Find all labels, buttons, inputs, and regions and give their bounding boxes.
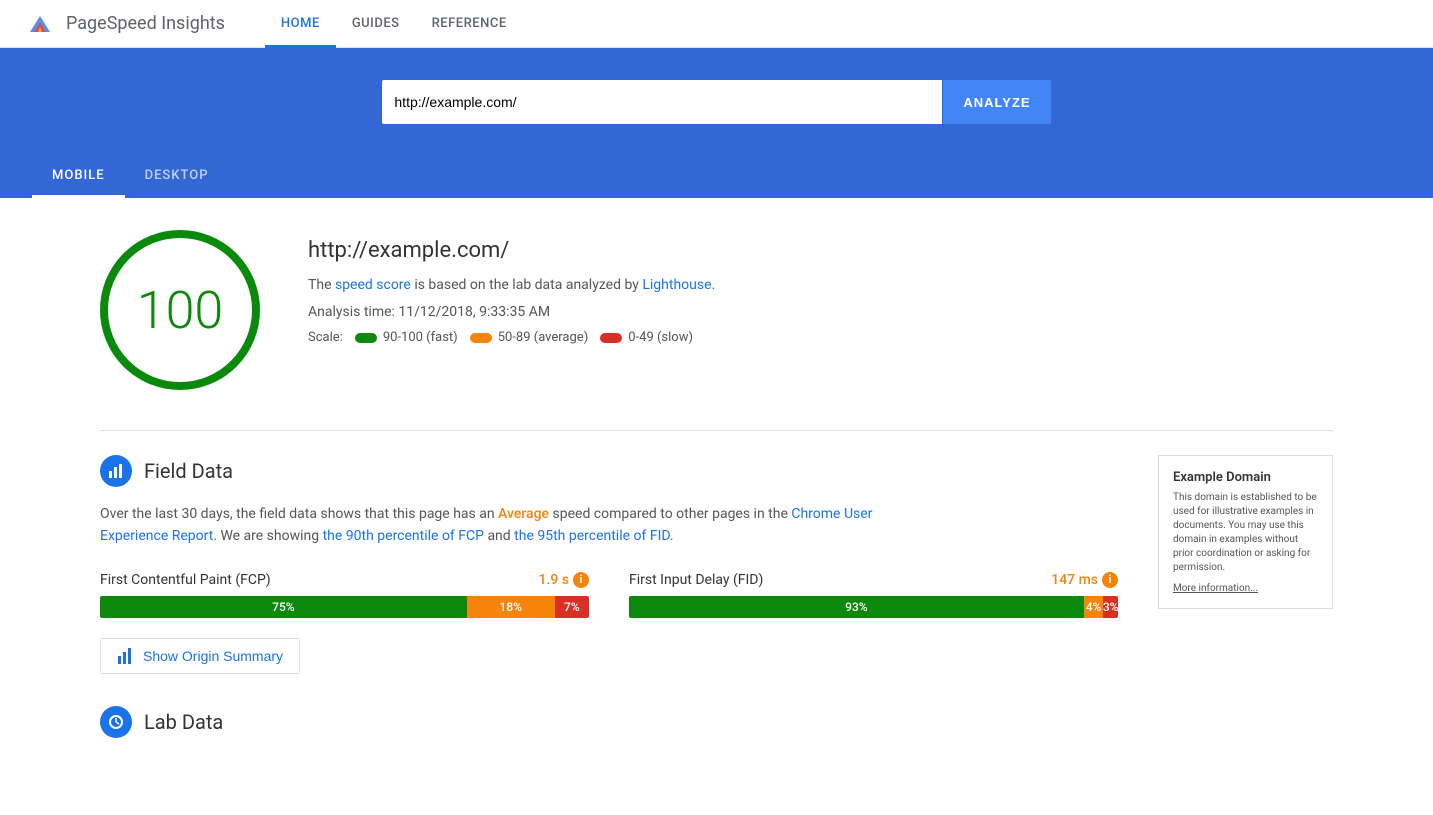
field-data-title: Field Data	[144, 459, 233, 483]
dot-red	[600, 333, 622, 343]
url-input[interactable]: http://example.com/	[382, 80, 942, 124]
field-data-icon	[100, 455, 132, 487]
score-circle: 100	[100, 230, 260, 390]
dot-green	[355, 333, 377, 343]
pagespeed-logo	[24, 8, 56, 40]
preview-card: Example Domain This domain is establishe…	[1158, 455, 1333, 674]
timer-icon	[108, 714, 124, 730]
fid-value-text: 147 ms	[1051, 572, 1098, 588]
analysis-time-label: Analysis time:	[308, 304, 395, 320]
score-section: 100 http://example.com/ The speed score …	[100, 230, 1333, 390]
crux-full-link[interactable]: Chrome User Experience Report	[100, 506, 872, 544]
analysis-time: Analysis time: 11/12/2018, 9:33:35 AM	[308, 304, 715, 320]
preview-link[interactable]: More information...	[1173, 583, 1258, 594]
scale-slow: 0-49 (slow)	[600, 330, 693, 345]
origin-btn-label: Show Origin Summary	[143, 648, 283, 664]
fid-value: 147 ms i	[1051, 572, 1118, 588]
scale-average-label: 50-89 (average)	[498, 330, 589, 345]
field-data-description: Over the last 30 days, the field data sh…	[100, 503, 920, 548]
fcp-value-text: 1.9 s	[539, 572, 570, 588]
fid-bar-red: 3%	[1103, 596, 1118, 618]
preview-text: This domain is established to be used fo…	[1173, 491, 1318, 575]
fid-link[interactable]: the 95th percentile of FID	[514, 528, 670, 544]
fcp-link[interactable]: the 90th percentile of FCP	[323, 528, 484, 544]
fcp-bar-orange: 18%	[467, 596, 555, 618]
fcp-name: First Contentful Paint (FCP)	[100, 572, 271, 588]
field-data-header: Field Data	[100, 455, 1118, 487]
hero-section: http://example.com/ ANALYZE MOBILE DESKT…	[0, 48, 1433, 198]
fcp-bar-green: 75%	[100, 596, 467, 618]
desc-suffix: .	[712, 277, 716, 293]
lab-data-title: Lab Data	[144, 710, 223, 734]
fcp-bar-red: 7%	[555, 596, 589, 618]
origin-summary-icon	[117, 647, 135, 665]
fid-label-row: First Input Delay (FID) 147 ms i	[629, 572, 1118, 588]
desc-middle: is based on the lab data analyzed by	[411, 277, 642, 293]
scale-fast-label: 90-100 (fast)	[383, 330, 458, 345]
scale-row: Scale: 90-100 (fast) 50-89 (average) 0-4…	[308, 330, 715, 345]
divider	[100, 430, 1333, 431]
header: PageSpeed Insights HOME GUIDES REFERENCE	[0, 0, 1433, 48]
fid-bar: 93% 4% 3%	[629, 596, 1118, 618]
lab-data-icon	[100, 706, 132, 738]
fid-name: First Input Delay (FID)	[629, 572, 763, 588]
analyze-button[interactable]: ANALYZE	[942, 80, 1050, 124]
fcp-value: 1.9 s i	[539, 572, 590, 588]
nav-reference[interactable]: REFERENCE	[416, 1, 523, 48]
field-data-area: Field Data Over the last 30 days, the fi…	[100, 455, 1333, 674]
desc-prefix: The	[308, 277, 335, 293]
preview-title: Example Domain	[1173, 470, 1318, 485]
fid-bar-green: 93%	[629, 596, 1084, 618]
show-origin-summary-button[interactable]: Show Origin Summary	[100, 638, 300, 674]
metrics-row: First Contentful Paint (FCP) 1.9 s i 75%…	[100, 572, 1118, 618]
lab-data-header: Lab Data	[100, 706, 1333, 738]
nav-guides[interactable]: GUIDES	[336, 1, 416, 48]
bar-chart-icon	[108, 463, 124, 479]
lighthouse-link[interactable]: Lighthouse	[642, 277, 711, 293]
speed-score-link[interactable]: speed score	[335, 277, 411, 293]
search-row: http://example.com/ ANALYZE	[0, 80, 1433, 156]
tab-desktop[interactable]: DESKTOP	[125, 156, 229, 198]
app-title: PageSpeed Insights	[66, 13, 225, 34]
score-info: http://example.com/ The speed score is b…	[308, 230, 715, 345]
analysis-time-value: 11/12/2018, 9:33:35 AM	[398, 304, 550, 320]
tab-mobile[interactable]: MOBILE	[32, 156, 125, 198]
nav-home[interactable]: HOME	[265, 1, 336, 48]
score-url: http://example.com/	[308, 238, 715, 263]
lab-data-section: Lab Data	[100, 706, 1333, 738]
fid-metric: First Input Delay (FID) 147 ms i 93% 4% …	[629, 572, 1118, 618]
main-nav: HOME GUIDES REFERENCE	[265, 0, 523, 47]
main-content: 100 http://example.com/ The speed score …	[0, 198, 1433, 786]
score-number: 100	[137, 280, 224, 341]
avg-span: Average	[498, 506, 549, 522]
score-description: The speed score is based on the lab data…	[308, 275, 715, 296]
field-data-main: Field Data Over the last 30 days, the fi…	[100, 455, 1118, 674]
fid-bar-orange: 4%	[1084, 596, 1104, 618]
logo-area: PageSpeed Insights	[24, 8, 225, 40]
scale-fast: 90-100 (fast)	[355, 330, 458, 345]
fcp-info-icon[interactable]: i	[573, 572, 589, 588]
fcp-label-row: First Contentful Paint (FCP) 1.9 s i	[100, 572, 589, 588]
scale-label: Scale:	[308, 330, 343, 345]
fcp-bar: 75% 18% 7%	[100, 596, 589, 618]
dot-orange	[470, 333, 492, 343]
fid-info-icon[interactable]: i	[1102, 572, 1118, 588]
device-tabs: MOBILE DESKTOP	[0, 156, 1433, 198]
fcp-metric: First Contentful Paint (FCP) 1.9 s i 75%…	[100, 572, 589, 618]
scale-slow-label: 0-49 (slow)	[628, 330, 693, 345]
scale-average: 50-89 (average)	[470, 330, 589, 345]
